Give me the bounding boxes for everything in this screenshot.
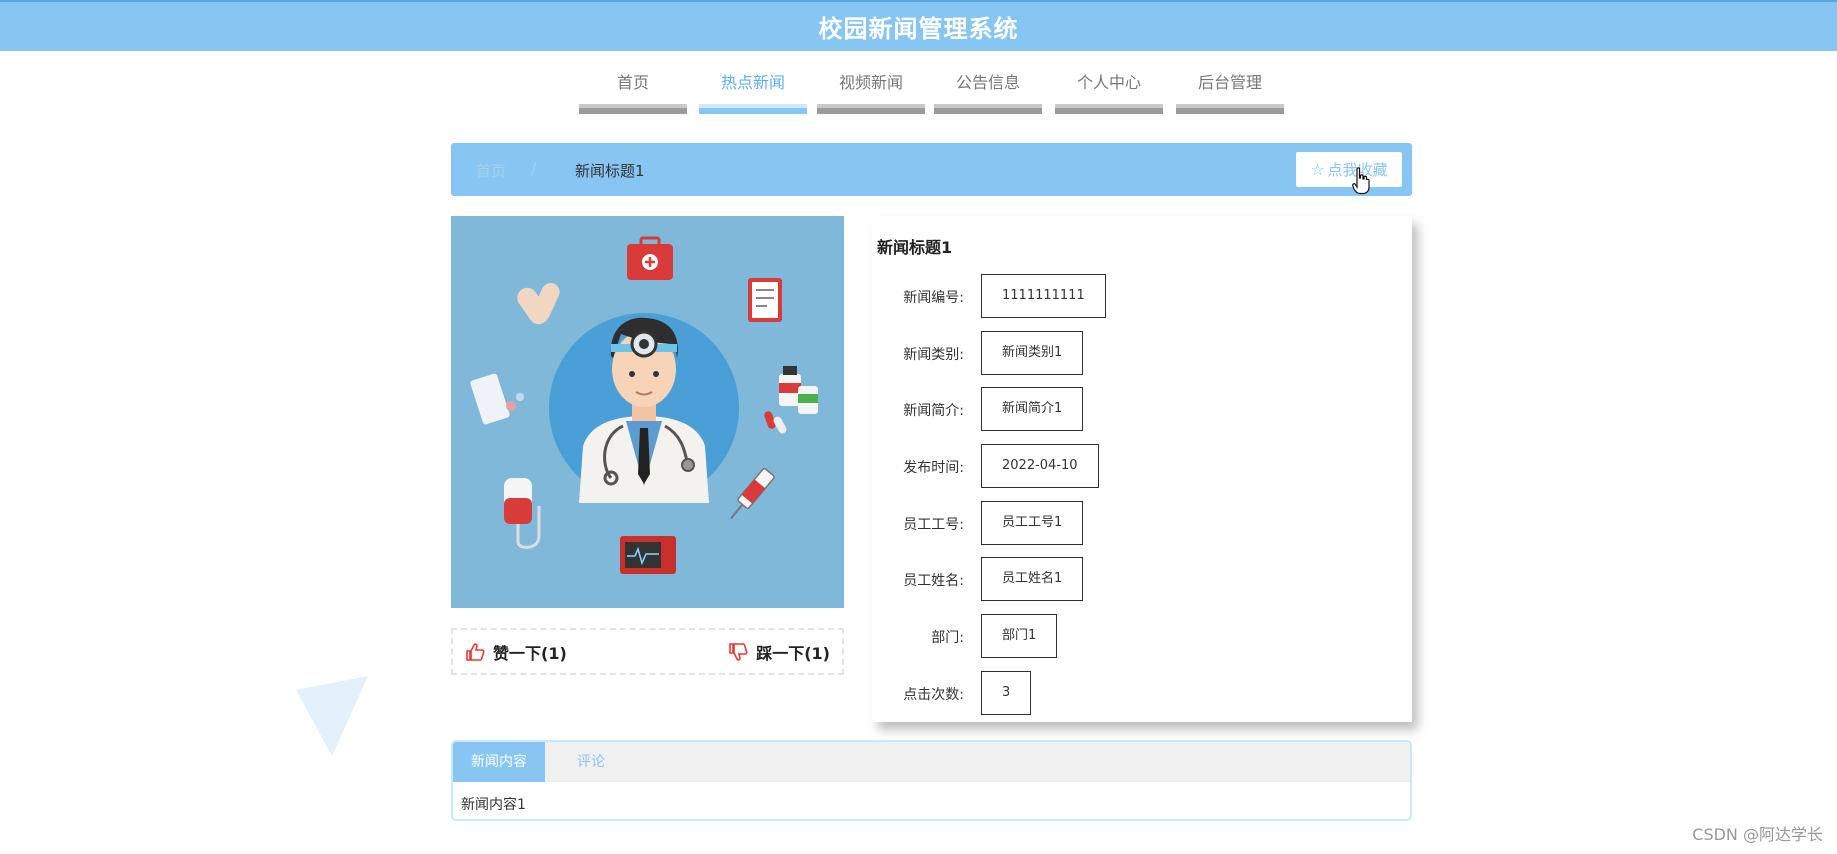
nav-underline [817, 104, 925, 114]
tabs-header: 新闻内容 评论 [453, 742, 1410, 782]
breadcrumb-current: 新闻标题1 [575, 162, 645, 180]
nav-label: 首页 [616, 73, 649, 92]
tab-comments[interactable]: 评论 [545, 742, 637, 782]
tab-content: 新闻内容1 [461, 797, 526, 813]
thumbs-down-icon [729, 642, 748, 661]
content-tabs: 新闻内容 评论 新闻内容1 [451, 740, 1412, 821]
nav-item-admin[interactable]: 后台管理 [1176, 68, 1284, 114]
nav-label: 公告信息 [955, 73, 1020, 92]
news-image [451, 216, 844, 608]
nav-underline [1176, 104, 1284, 114]
news-title: 新闻标题1 [877, 238, 953, 257]
like-label: 赞一下(1) [493, 643, 567, 663]
field-publish-time: 发布时间: 2022-04-10 [872, 444, 1372, 488]
nav-label: 后台管理 [1197, 73, 1262, 92]
field-value: 新闻类别1 [981, 331, 1084, 375]
vote-row: 赞一下(1) 踩一下(1) [451, 628, 844, 675]
breadcrumb-separator: / [531, 160, 537, 178]
nav-underline [1055, 104, 1163, 114]
dislike-button[interactable]: 踩一下(1) [728, 640, 830, 664]
nav-item-announcements[interactable]: 公告信息 [934, 68, 1042, 114]
nav-underline [934, 104, 1042, 114]
watermark: CSDN @阿达学长 [1692, 825, 1823, 844]
field-value: 2022-04-10 [981, 444, 1099, 488]
field-label: 发布时间: [903, 460, 964, 476]
doctor-illustration [451, 216, 844, 608]
favorite-button[interactable]: ☆ 点我收藏 [1296, 152, 1402, 187]
star-icon: ☆ [1310, 160, 1325, 179]
nav-underline [699, 104, 807, 114]
field-value: 部门1 [981, 614, 1058, 658]
decorative-triangle [296, 676, 368, 756]
field-value: 员工工号1 [981, 501, 1084, 545]
nav-underline [579, 104, 687, 114]
nav-item-personal-center[interactable]: 个人中心 [1055, 68, 1163, 114]
nav-item-hot-news[interactable]: 热点新闻 [699, 68, 807, 114]
field-news-id: 新闻编号: 1111111111 [872, 274, 1372, 318]
field-value: 3 [981, 671, 1032, 715]
field-label: 新闻编号: [903, 290, 964, 306]
field-employee-name: 员工姓名: 员工姓名1 [872, 557, 1372, 601]
field-news-category: 新闻类别: 新闻类别1 [872, 331, 1372, 375]
main-nav: 首页 热点新闻 视频新闻 公告信息 个人中心 后台管理 [0, 68, 1837, 116]
field-news-summary: 新闻简介: 新闻简介1 [872, 387, 1372, 431]
field-click-count: 点击次数: 3 [872, 671, 1372, 715]
app-header: 校园新闻管理系统 [0, 0, 1837, 51]
field-employee-id: 员工工号: 员工工号1 [872, 501, 1372, 545]
thumbs-up-icon [466, 642, 485, 661]
field-label: 部门: [931, 630, 964, 646]
field-label: 新闻类别: [903, 347, 964, 363]
breadcrumb-home-link[interactable]: 首页 [476, 160, 506, 181]
app-title: 校园新闻管理系统 [818, 15, 1019, 43]
field-value: 1111111111 [981, 274, 1106, 318]
news-details-panel: 新闻标题1 新闻编号: 1111111111 新闻类别: 新闻类别1 新闻简介:… [872, 216, 1412, 722]
like-button[interactable]: 赞一下(1) [465, 640, 567, 664]
nav-label: 视频新闻 [838, 73, 903, 92]
field-label: 员工工号: [903, 517, 964, 533]
field-label: 员工姓名: [903, 573, 964, 589]
field-label: 点击次数: [903, 687, 964, 703]
field-value: 新闻简介1 [981, 387, 1084, 431]
hand-cursor-icon [1352, 167, 1370, 195]
tab-news-content[interactable]: 新闻内容 [453, 742, 545, 782]
nav-item-home[interactable]: 首页 [579, 68, 687, 114]
nav-label: 个人中心 [1076, 73, 1141, 92]
breadcrumb: 首页 / 新闻标题1 ☆ 点我收藏 [451, 143, 1412, 196]
nav-label: 热点新闻 [720, 73, 785, 92]
field-label: 新闻简介: [903, 403, 964, 419]
nav-item-video-news[interactable]: 视频新闻 [817, 68, 925, 114]
field-value: 员工姓名1 [981, 557, 1084, 601]
dislike-label: 踩一下(1) [756, 643, 830, 663]
field-department: 部门: 部门1 [872, 614, 1372, 658]
